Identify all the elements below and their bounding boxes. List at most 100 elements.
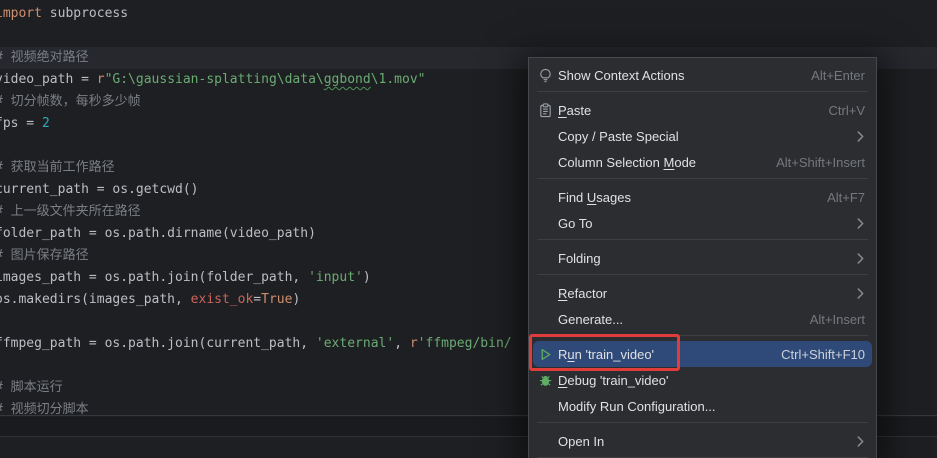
menu-item-shortcut: Alt+F7 xyxy=(827,190,865,205)
code-line: import subprocess xyxy=(0,3,512,25)
code-token: r xyxy=(97,72,105,87)
code-token: ffmpeg_path = os.path.join(current_path, xyxy=(0,336,316,351)
menu-item-label: Debug 'train_video' xyxy=(558,373,668,388)
menu-separator xyxy=(529,236,876,245)
code-line: # 上一级文件夹所在路径 xyxy=(0,201,512,223)
lightbulb-icon xyxy=(537,67,553,83)
submenu-arrow-icon xyxy=(856,218,865,229)
code-line: # 视频绝对路径 xyxy=(0,47,512,69)
debug-icon xyxy=(537,372,553,388)
menu-item-label: Generate... xyxy=(558,312,623,327)
menu-item-modify-run-configuration[interactable]: Modify Run Configuration... xyxy=(529,393,876,419)
code-token: , xyxy=(394,336,410,351)
submenu-arrow-icon xyxy=(856,253,865,264)
code-token: # 视频切分脚本 xyxy=(0,402,89,416)
code-line: fps = 2 xyxy=(0,113,512,135)
menu-item-debug-train-video[interactable]: Debug 'train_video' xyxy=(529,367,876,393)
clipboard-icon xyxy=(537,102,553,118)
menu-item-paste[interactable]: Paste Ctrl+V xyxy=(529,97,876,123)
code-line: ffmpeg_path = os.path.join(current_path,… xyxy=(0,333,512,355)
menu-item-folding[interactable]: Folding xyxy=(529,245,876,271)
menu-item-label: Modify Run Configuration... xyxy=(558,399,716,414)
editor-context-menu: Show Context Actions Alt+Enter Paste Ctrl+V… xyxy=(528,57,877,458)
code-line: # 脚本运行 xyxy=(0,377,512,399)
code-line: # 切分帧数，每秒多少帧 xyxy=(0,91,512,113)
menu-separator xyxy=(529,175,876,184)
code-line: os.makedirs(images_path, exist_ok=True) xyxy=(0,289,512,311)
menu-item-shortcut: Ctrl+V xyxy=(829,103,865,118)
code-token: = xyxy=(253,292,261,307)
menu-item-column-selection-mode[interactable]: Column Selection Mode Alt+Shift+Insert xyxy=(529,149,876,175)
code-token: folder_path = os.path.dirname(video_path… xyxy=(0,226,316,241)
menu-item-label: Folding xyxy=(558,251,601,266)
code-token: # 上一级文件夹所在路径 xyxy=(0,204,141,219)
menu-item-open-in[interactable]: Open In xyxy=(529,428,876,454)
submenu-arrow-icon xyxy=(856,436,865,447)
menu-item-label: Run 'train_video' xyxy=(558,347,654,362)
code-line xyxy=(0,25,512,47)
code-line: images_path = os.path.join(folder_path, … xyxy=(0,267,512,289)
code-token: 2 xyxy=(42,116,50,131)
code-line: current_path = os.getcwd() xyxy=(0,179,512,201)
menu-item-shortcut: Alt+Enter xyxy=(811,68,865,83)
code-token: \1.mov" xyxy=(371,72,426,87)
submenu-arrow-icon xyxy=(856,288,865,299)
code-token: ) xyxy=(363,270,371,285)
code-token: os.makedirs(images_path, xyxy=(0,292,191,307)
code-token: "G:\gaussian-splatting\data\ xyxy=(105,72,324,87)
submenu-arrow-icon xyxy=(856,131,865,142)
code-line xyxy=(0,355,512,377)
menu-separator xyxy=(529,454,876,458)
menu-item-copy-paste-special[interactable]: Copy / Paste Special xyxy=(529,123,876,149)
menu-item-label: Paste xyxy=(558,103,591,118)
code-token: 'input' xyxy=(308,270,363,285)
menu-separator xyxy=(529,419,876,428)
code-token: # 脚本运行 xyxy=(0,380,63,395)
menu-item-label: Column Selection Mode xyxy=(558,155,696,170)
menu-item-label: Find Usages xyxy=(558,190,631,205)
menu-item-run-train-video[interactable]: Run 'train_video' Ctrl+Shift+F10 xyxy=(529,341,876,367)
code-line: folder_path = os.path.dirname(video_path… xyxy=(0,223,512,245)
code-token: ggbond xyxy=(324,72,371,87)
code-token: # 图片保存路径 xyxy=(0,248,89,263)
code-line xyxy=(0,135,512,157)
code-lines: import osimport subprocess# 视频绝对路径video_… xyxy=(0,0,512,416)
code-line: # 图片保存路径 xyxy=(0,245,512,267)
menu-item-generate[interactable]: Generate... Alt+Insert xyxy=(529,306,876,332)
code-token: r xyxy=(410,336,418,351)
code-token: # 视频绝对路径 xyxy=(0,50,89,65)
code-token: True xyxy=(261,292,292,307)
menu-separator xyxy=(529,332,876,341)
menu-item-label: Open In xyxy=(558,434,604,449)
code-token: subprocess xyxy=(42,6,128,21)
code-line xyxy=(0,311,512,333)
code-token: exist_ok xyxy=(191,292,254,307)
menu-item-find-usages[interactable]: Find Usages Alt+F7 xyxy=(529,184,876,210)
menu-separator xyxy=(529,271,876,280)
menu-item-label: Copy / Paste Special xyxy=(558,129,679,144)
run-icon xyxy=(537,346,553,362)
menu-item-shortcut: Alt+Shift+Insert xyxy=(776,155,865,170)
menu-item-label: Refactor xyxy=(558,286,607,301)
code-token: fps = xyxy=(0,116,42,131)
menu-separator xyxy=(529,88,876,97)
code-token: current_path = os.getcwd() xyxy=(0,182,199,197)
code-token: import xyxy=(0,6,42,21)
code-line: # 获取当前工作路径 xyxy=(0,157,512,179)
code-token: 'ffmpeg/bin/ xyxy=(418,336,512,351)
code-token: images_path = os.path.join(folder_path, xyxy=(0,270,308,285)
code-token: video_path = xyxy=(0,72,97,87)
code-line: # 视频切分脚本 xyxy=(0,399,512,416)
menu-item-refactor[interactable]: Refactor xyxy=(529,280,876,306)
menu-item-go-to[interactable]: Go To xyxy=(529,210,876,236)
menu-item-shortcut: Ctrl+Shift+F10 xyxy=(781,347,865,362)
code-token: # 获取当前工作路径 xyxy=(0,160,115,175)
menu-item-shortcut: Alt+Insert xyxy=(810,312,865,327)
menu-item-label: Show Context Actions xyxy=(558,68,684,83)
code-token: ) xyxy=(292,292,300,307)
menu-item-show-context-actions[interactable]: Show Context Actions Alt+Enter xyxy=(529,62,876,88)
code-token: # 切分帧数，每秒多少帧 xyxy=(0,94,141,109)
ide-window: { "colors": { "editor_bg": "#1e1f22", "c… xyxy=(0,0,937,458)
menu-item-label: Go To xyxy=(558,216,592,231)
code-line: video_path = r"G:\gaussian-splatting\dat… xyxy=(0,69,512,91)
